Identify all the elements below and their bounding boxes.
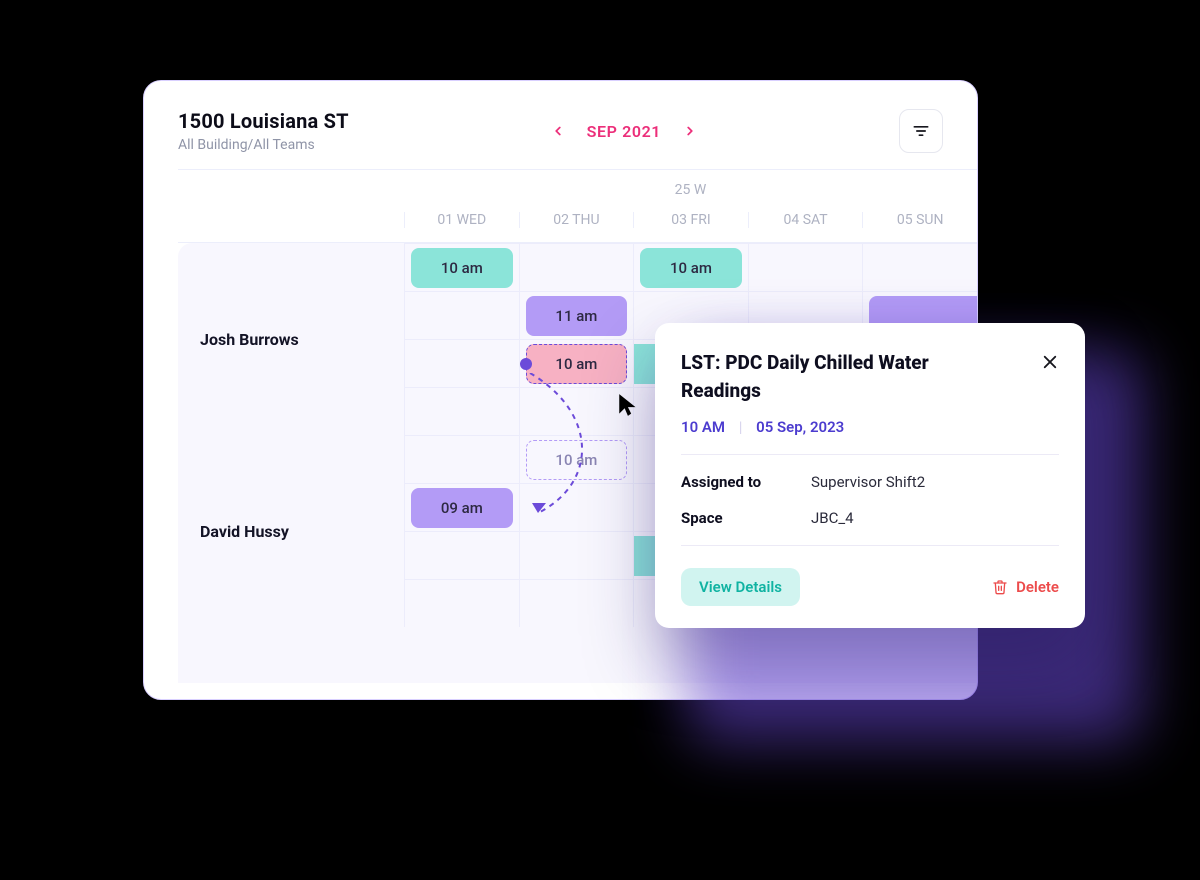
view-details-button[interactable]: View Details xyxy=(681,568,800,606)
location-block: 1500 Louisiana ST All Building/All Teams xyxy=(178,109,349,153)
trash-icon xyxy=(992,579,1008,595)
space-label: Space xyxy=(681,509,811,527)
next-month-button[interactable] xyxy=(683,124,697,138)
day-header: 04 SAT xyxy=(748,212,863,228)
event-chip-dragging[interactable]: 10 am xyxy=(526,344,628,384)
event-chip[interactable]: 10 am xyxy=(411,248,513,288)
delete-label: Delete xyxy=(1016,578,1059,596)
location-subtitle: All Building/All Teams xyxy=(178,137,349,153)
close-icon xyxy=(1041,353,1059,371)
day-header: 05 SUN xyxy=(862,212,977,228)
event-chip-ghost[interactable]: 10 am xyxy=(526,440,628,480)
assigned-value: Supervisor Shift2 xyxy=(811,473,1059,491)
event-chip[interactable]: 11 am xyxy=(526,296,628,336)
filter-button[interactable] xyxy=(899,109,943,153)
location-title: 1500 Louisiana ST xyxy=(178,109,349,133)
month-label: SEP 2021 xyxy=(587,122,661,141)
popup-time: 10 AM xyxy=(681,418,725,436)
popup-datetime: 10 AM | 05 Sep, 2023 xyxy=(681,418,1059,436)
prev-month-button[interactable] xyxy=(551,124,565,138)
person-name: David Hussy xyxy=(178,435,404,627)
person-name: Josh Burrows xyxy=(178,243,404,435)
event-popup: LST: PDC Daily Chilled Water Readings 10… xyxy=(655,323,1085,628)
day-header: 01 WED xyxy=(404,212,519,228)
month-navigator: SEP 2021 xyxy=(551,122,697,141)
week-label: 25 W xyxy=(633,182,748,198)
close-button[interactable] xyxy=(1041,353,1059,371)
chevron-right-icon xyxy=(683,124,697,138)
event-chip[interactable]: 09 am xyxy=(411,488,513,528)
delete-button[interactable]: Delete xyxy=(992,578,1059,596)
space-value: JBC_4 xyxy=(811,509,1059,527)
calendar-header: 25 W 01 WED 02 THU 03 FRI 04 SAT 05 SUN xyxy=(178,169,977,243)
day-header: 03 FRI xyxy=(633,212,748,228)
filter-icon xyxy=(911,121,931,141)
event-chip[interactable]: 10 am xyxy=(640,248,742,288)
day-header: 02 THU xyxy=(519,212,634,228)
popup-date: 05 Sep, 2023 xyxy=(756,418,844,436)
cursor-icon xyxy=(616,392,642,418)
card-header: 1500 Louisiana ST All Building/All Teams… xyxy=(144,81,977,169)
assigned-label: Assigned to xyxy=(681,473,811,491)
chevron-left-icon xyxy=(551,124,565,138)
popup-details: Assigned to Supervisor Shift2 Space JBC_… xyxy=(681,473,1059,527)
popup-title: LST: PDC Daily Chilled Water Readings xyxy=(681,349,981,404)
